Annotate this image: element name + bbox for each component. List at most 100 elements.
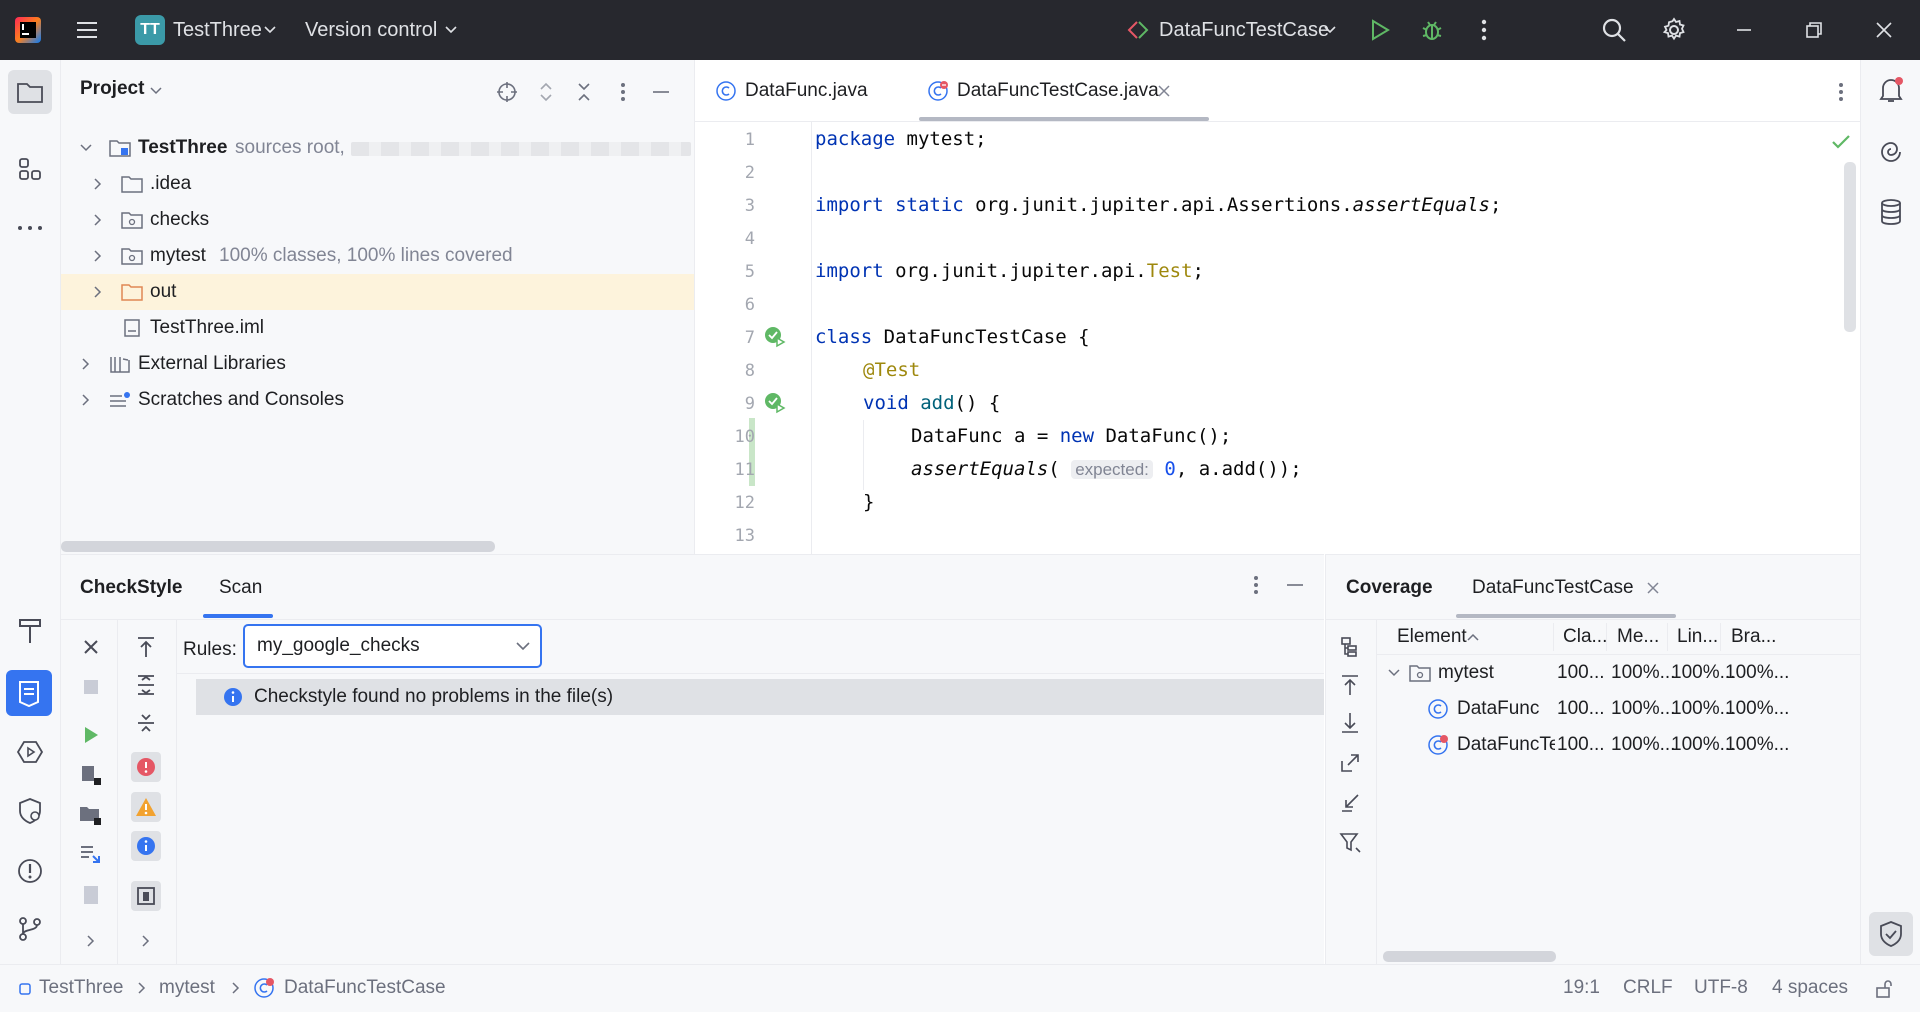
tab-coverage-run[interactable]: DataFuncTestCase [1472, 577, 1634, 599]
close-tab-icon[interactable] [1155, 82, 1173, 100]
ai-assistant-icon[interactable] [1875, 136, 1907, 168]
run-icon[interactable] [77, 721, 105, 749]
tree-item-idea[interactable]: .idea [61, 166, 694, 202]
hide-panel-icon[interactable] [647, 78, 675, 106]
column-header[interactable]: Me... [1617, 619, 1659, 655]
security-shield-icon[interactable] [14, 795, 46, 827]
column-header[interactable]: Lin... [1677, 619, 1718, 655]
checkstyle-title[interactable]: CheckStyle [80, 577, 182, 599]
project-tool-icon[interactable] [8, 70, 52, 114]
code-line[interactable]: class DataFuncTestCase { [815, 326, 1090, 348]
show-warnings-icon[interactable] [131, 792, 161, 822]
build-hammer-icon[interactable] [14, 615, 46, 647]
tree-item-external-libraries[interactable]: External Libraries [61, 346, 694, 382]
database-icon[interactable] [1875, 196, 1907, 228]
no-problems-check-icon[interactable] [1829, 130, 1853, 154]
code-line[interactable]: void add() { [863, 392, 1000, 414]
column-header[interactable]: Element [1397, 619, 1467, 655]
check-module-icon[interactable] [77, 761, 105, 789]
coverage-title[interactable]: Coverage [1346, 577, 1433, 599]
close-window-icon[interactable] [1870, 16, 1898, 44]
column-header[interactable]: Bra... [1731, 619, 1776, 655]
breadcrumb-package[interactable]: mytest [159, 965, 215, 1011]
intellij-logo-icon[interactable] [14, 16, 42, 44]
run-config-selector[interactable]: DataFuncTestCase [1159, 0, 1329, 60]
settings-gear-icon[interactable] [1660, 16, 1688, 44]
problems-icon[interactable] [14, 855, 46, 887]
show-info-icon[interactable] [131, 831, 161, 861]
code-line[interactable]: } [863, 491, 874, 513]
caret-position[interactable]: 19:1 [1563, 965, 1600, 1011]
more-vertical-icon[interactable] [1827, 78, 1855, 106]
table-row[interactable]: DataFuncTestC 100... 100%... 100%... 100… [1377, 727, 1861, 763]
close-icon[interactable] [77, 633, 105, 661]
scroll-to-top-icon[interactable] [132, 633, 160, 661]
table-row[interactable]: DataFunc 100... 100%... 100%... 100%... [1377, 691, 1861, 727]
project-panel-title[interactable]: Project [80, 78, 144, 100]
minimize-window-icon[interactable] [1730, 16, 1758, 44]
coverage-shield-icon[interactable] [1869, 912, 1913, 956]
chevron-right-icon[interactable] [77, 927, 105, 955]
main-menu-icon[interactable] [72, 15, 102, 45]
horizontal-scrollbar[interactable] [61, 541, 495, 552]
more-tools-icon[interactable] [14, 212, 46, 244]
column-header[interactable]: Cla... [1563, 619, 1607, 655]
code-line[interactable]: @Test [863, 359, 920, 381]
tree-item-checks[interactable]: checks [61, 202, 694, 238]
flatten-packages-icon[interactable] [1336, 633, 1364, 661]
group-by-severity-icon[interactable] [131, 881, 161, 911]
stop-icon[interactable] [77, 673, 105, 701]
more-vertical-icon[interactable] [609, 78, 637, 106]
hide-panel-icon[interactable] [1281, 571, 1309, 599]
tree-item-testthree[interactable]: TestThree sources root, [61, 130, 694, 166]
table-row[interactable]: mytest 100... 100%... 100%... 100%... [1377, 655, 1861, 691]
check-project-icon[interactable] [77, 801, 105, 829]
run-test-class-icon[interactable] [763, 325, 787, 349]
tree-item-scratches[interactable]: Scratches and Consoles [61, 382, 694, 418]
chevron-right-icon[interactable] [132, 927, 160, 955]
tab-datafunctestcase[interactable]: DataFuncTestCase.java [919, 60, 1209, 122]
rules-select[interactable]: my_google_checks [243, 624, 542, 668]
code-line[interactable]: assertEquals( expected: 0, a.add()); [911, 458, 1302, 480]
project-badge[interactable]: TT [135, 15, 165, 45]
filter-icon[interactable] [1336, 829, 1364, 857]
select-opened-file-icon[interactable] [493, 78, 521, 106]
file-encoding[interactable]: UTF-8 [1694, 965, 1748, 1011]
breadcrumb-class[interactable]: DataFuncTestCase [284, 965, 446, 1011]
checkstyle-tool-icon[interactable] [6, 670, 52, 716]
unlock-icon[interactable] [1872, 977, 1896, 1001]
show-errors-icon[interactable] [131, 752, 161, 782]
version-control-menu[interactable]: Version control [305, 0, 437, 60]
code-line[interactable]: package mytest; [815, 128, 987, 150]
collapse-all-icon[interactable] [132, 709, 160, 737]
structure-tool-icon[interactable] [14, 153, 46, 185]
result-row[interactable]: Checkstyle found no problems in the file… [196, 679, 1324, 715]
export-icon[interactable] [1336, 749, 1364, 777]
restore-window-icon[interactable] [1800, 16, 1828, 44]
close-tab-icon[interactable] [1644, 579, 1662, 597]
run-icon[interactable] [1366, 16, 1394, 44]
navigate-up-icon[interactable] [1336, 671, 1364, 699]
run-test-method-icon[interactable] [763, 391, 787, 415]
notifications-bell-icon[interactable] [1875, 74, 1907, 106]
expand-all-icon[interactable] [532, 78, 560, 106]
clear-results-icon[interactable] [77, 881, 105, 909]
indent-setting[interactable]: 4 spaces [1772, 965, 1848, 1011]
tree-item-iml[interactable]: TestThree.iml [61, 310, 694, 346]
search-icon[interactable] [1600, 16, 1628, 44]
more-vertical-icon[interactable] [1470, 16, 1498, 44]
check-changes-icon[interactable] [77, 841, 105, 869]
code-line[interactable]: DataFunc a = new DataFunc(); [911, 425, 1231, 447]
sort-ascending-icon[interactable] [1467, 631, 1479, 643]
git-branch-icon[interactable] [14, 913, 46, 945]
navigate-down-icon[interactable] [1336, 709, 1364, 737]
debug-icon[interactable] [1418, 16, 1446, 44]
tab-scan[interactable]: Scan [219, 577, 262, 599]
code-line[interactable]: import org.junit.jupiter.api.Test; [815, 260, 1204, 282]
tree-item-mytest[interactable]: mytest 100% classes, 100% lines covered [61, 238, 694, 274]
breadcrumb-project[interactable]: TestThree [39, 965, 123, 1011]
services-icon[interactable] [14, 736, 46, 768]
horizontal-scrollbar[interactable] [1383, 951, 1556, 962]
project-switcher[interactable]: TestThree [173, 0, 262, 60]
import-icon[interactable] [1336, 789, 1364, 817]
